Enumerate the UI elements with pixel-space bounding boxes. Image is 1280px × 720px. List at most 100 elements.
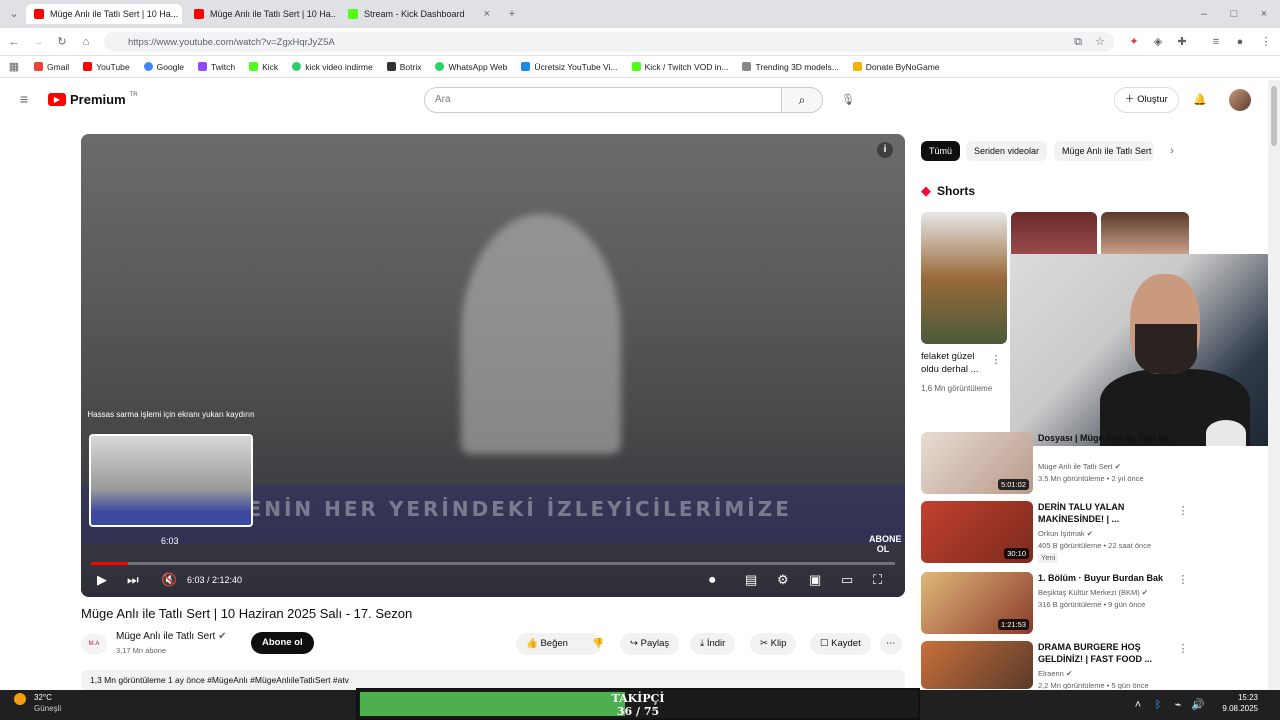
forward-icon[interactable]: → [30,34,46,50]
thumbs-down-icon: 👎 [592,638,604,649]
dislike-button[interactable]: 👎 [582,633,614,655]
profile-avatar-icon[interactable]: ● [1232,34,1248,50]
chevron-right-icon[interactable]: › [1164,143,1180,159]
reading-list-icon[interactable]: ≡ [1208,34,1224,50]
bookmark-whatsapp[interactable]: WhatsApp Web [435,62,507,72]
autoplay-toggle-icon[interactable]: ⏺ [709,572,716,588]
microphone-icon[interactable]: 🎙 [840,92,856,108]
bookmark-trending-3d[interactable]: Trending 3D models... [742,62,839,72]
search-button[interactable]: ⌕ [781,87,823,113]
browser-tab-2[interactable]: Müge Anlı ile Tatlı Sert | 10 Ha... × [186,4,336,24]
miniplayer-icon[interactable]: ▣ [809,572,821,588]
subtitles-icon[interactable]: ▤ [745,572,757,588]
more-vert-icon[interactable]: ⋮ [1175,572,1191,588]
bookmark-gmail[interactable]: Gmail [34,62,69,72]
play-icon[interactable]: ▶ [97,572,107,588]
extensions-puzzle-icon[interactable]: ✚ [1174,34,1190,50]
fullscreen-icon[interactable]: ⛶ [873,572,882,588]
more-vert-icon[interactable]: ⋮ [988,352,1004,368]
channel-avatar[interactable]: M.A [81,633,107,655]
video-thumbnail: 5:01:02 [921,432,1033,494]
chip-series[interactable]: Seriden videolar [966,141,1048,161]
save-label: Kaydet [831,638,861,649]
bookmark-youtube[interactable]: YouTube [83,62,130,72]
short-thumbnail[interactable] [1101,212,1189,254]
chevron-up-icon[interactable]: ˄ [1130,697,1146,713]
list-item[interactable]: 30:10 DERİN TALU YALAN MAKİNESİNDE! | ..… [921,501,1191,563]
bookmark-kick[interactable]: Kick [249,62,278,72]
chip-channel[interactable]: Müge Anlı ile Tatlı Sert [1054,141,1154,161]
address-bar[interactable]: https://www.youtube.com/watch?v=ZgxHqrJy… [104,32,1114,52]
list-item[interactable]: 1:21:53 1. Bölüm · Buyur Burdan Bak Beşi… [921,572,1191,634]
bookmark-label: Donate ByNoGame [865,61,940,72]
install-icon[interactable]: ⧉ [1070,34,1086,50]
share-button[interactable]: ↪ Paylaş [620,633,680,655]
page-scrollbar[interactable] [1268,80,1280,690]
bluetooth-icon[interactable]: ᛒ [1150,697,1166,713]
bookmark-label: Ücretsiz YouTube Vi... [534,61,618,72]
home-icon[interactable]: ⌂ [78,34,94,50]
channel-name[interactable]: Müge Anlı ile Tatlı Sert ✔ [116,631,226,642]
bookmark-kick-twitch-vod[interactable]: Kick / Twitch VOD in... [631,62,728,72]
youtube-logo[interactable]: ▶ Premium TR [48,92,138,107]
more-vert-icon[interactable]: ⋮ [1175,641,1191,657]
list-item[interactable]: 5:01:02 Dosyası | Müge Anlı ile Tatlı Se… [921,432,1191,494]
follower-goal-label: TAKİPÇİ [611,692,665,705]
settings-gear-icon[interactable]: ⚙ [777,572,789,588]
browser-tab-3[interactable]: Stream - Kick Dashboard × [340,4,498,24]
theater-mode-icon[interactable]: ▭ [841,572,853,588]
next-icon[interactable]: ⏭ [127,572,139,588]
vod-icon [631,62,641,71]
avatar[interactable] [1229,89,1251,111]
browser-tab-1[interactable]: Müge Anlı ile Tatlı Sert | 10 Ha... × [26,4,182,24]
notifications-bell-icon[interactable]: 🔔 [1192,92,1208,108]
close-icon[interactable]: × [484,8,490,20]
video-subject [461,214,621,454]
reload-icon[interactable]: ↻ [54,34,70,50]
bookmark-twitch[interactable]: Twitch [198,62,235,72]
bookmark-google[interactable]: Google [143,62,184,72]
extension-icon[interactable]: ◈ [1150,34,1166,50]
network-icon[interactable]: ⌁ [1170,697,1186,713]
new-tab-icon[interactable]: + [504,6,520,22]
follower-goal-overlay: TAKİPÇİ 36 / 75 [356,688,920,720]
chip-all[interactable]: Tümü [921,141,961,161]
scrollbar-thumb[interactable] [1271,86,1277,146]
tab-search-icon[interactable]: ⌄ [6,6,22,22]
description-meta[interactable]: 1,3 Mn görüntüleme 1 ay önce #MügeAnlı #… [81,670,905,690]
bookmark-star-icon[interactable]: ☆ [1092,34,1108,50]
bookmark-kick-video[interactable]: kick video indirme [292,62,373,72]
more-actions-button[interactable]: ⋯ [880,633,902,655]
extension-icon[interactable]: ✦ [1126,34,1142,50]
volume-icon[interactable]: 🔊 [1190,697,1206,713]
download-button[interactable]: ⤓ İndir [690,633,736,655]
minimize-icon[interactable]: – [1196,6,1212,22]
subscribe-button[interactable]: Abone ol [251,632,314,654]
list-item[interactable]: DRAMA BURGERE HOŞ GELDİNİZ! | FAST FOOD … [921,641,1191,689]
window-close-icon[interactable]: × [1256,6,1272,22]
info-icon[interactable]: i [877,142,893,158]
hamburger-menu-icon[interactable]: ≡ [16,91,32,107]
back-icon[interactable]: ← [6,34,22,50]
short-title[interactable]: felaket güzel oldu derhal ... [921,350,991,376]
clip-button[interactable]: ✂ Klip [750,633,797,655]
video-player[interactable]: ÜLKENİN HER YERİNDEKİ İZLEYİCİLERİMİZE A… [81,134,905,597]
menu-kebab-icon[interactable]: ⋮ [1258,34,1274,50]
mute-icon[interactable]: 🔇 [161,572,177,588]
bookmarks-bar: ▦ Gmail YouTube Google Twitch Kick kick … [0,56,1280,78]
save-button[interactable]: ☐ Kaydet [810,633,871,655]
search-input[interactable]: Ara [424,87,782,113]
bookmark-label: WhatsApp Web [448,61,508,72]
apps-grid-icon[interactable]: ▦ [6,59,22,75]
weather-temp: 32°C [34,693,52,702]
short-thumbnail[interactable] [921,212,1007,344]
progress-bar[interactable] [91,562,895,565]
short-thumbnail[interactable] [1011,212,1097,254]
maximize-icon[interactable]: □ [1226,6,1242,22]
bookmark-youtube-vi[interactable]: Ücretsiz YouTube Vi... [521,61,618,72]
bookmark-donate[interactable]: Donate ByNoGame [852,61,940,72]
create-button[interactable]: ＋ Oluştur [1114,87,1179,113]
bookmark-botrix[interactable]: Botrix [386,62,421,72]
shorts-icon: ◆ [921,183,931,198]
more-vert-icon[interactable]: ⋮ [1175,503,1191,519]
